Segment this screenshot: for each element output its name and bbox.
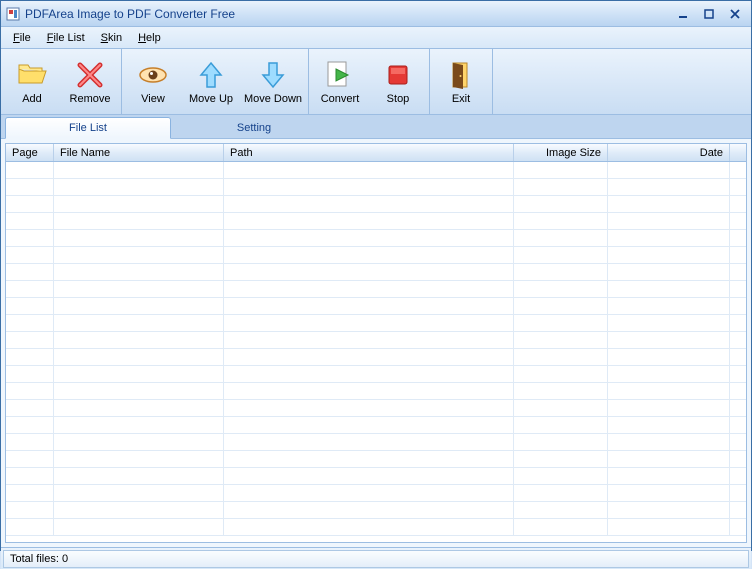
col-date[interactable]: Date <box>608 144 730 161</box>
convert-button[interactable]: Convert <box>311 51 369 112</box>
minimize-button[interactable] <box>671 6 695 22</box>
tab-file-list[interactable]: File List <box>5 117 171 139</box>
table-row <box>6 366 746 383</box>
col-filename[interactable]: File Name <box>54 144 224 161</box>
table-row <box>6 332 746 349</box>
table-row <box>6 196 746 213</box>
tab-bar: File List Setting <box>1 115 751 139</box>
arrow-down-icon <box>257 59 289 91</box>
table-row <box>6 383 746 400</box>
toolbar: Add Remove View <box>1 49 751 115</box>
menu-filelist[interactable]: File List <box>39 27 93 48</box>
table-row <box>6 468 746 485</box>
table-row <box>6 485 746 502</box>
view-button[interactable]: View <box>124 51 182 112</box>
table-row <box>6 281 746 298</box>
delete-x-icon <box>74 59 106 91</box>
menu-help[interactable]: Help <box>130 27 169 48</box>
window-title: PDFArea Image to PDF Converter Free <box>25 7 235 21</box>
table-row <box>6 502 746 519</box>
table-body[interactable] <box>6 162 746 542</box>
table-row <box>6 315 746 332</box>
folder-open-icon <box>16 59 48 91</box>
app-icon <box>5 6 21 22</box>
table-row <box>6 264 746 281</box>
move-up-button[interactable]: Move Up <box>182 51 240 112</box>
table-row <box>6 349 746 366</box>
table-row <box>6 434 746 451</box>
maximize-button[interactable] <box>697 6 721 22</box>
table-row <box>6 451 746 468</box>
tab-setting[interactable]: Setting <box>171 117 337 139</box>
arrow-up-icon <box>195 59 227 91</box>
col-path[interactable]: Path <box>224 144 514 161</box>
table-row <box>6 417 746 434</box>
table-row <box>6 400 746 417</box>
status-bar: Total files: 0 <box>1 547 751 569</box>
col-page[interactable]: Page <box>6 144 54 161</box>
convert-icon <box>324 59 356 91</box>
menu-file[interactable]: File <box>5 27 39 48</box>
table-row <box>6 298 746 315</box>
exit-door-icon <box>445 59 477 91</box>
title-bar: PDFArea Image to PDF Converter Free <box>1 1 751 27</box>
table-row <box>6 519 746 536</box>
exit-button[interactable]: Exit <box>432 51 490 112</box>
add-button[interactable]: Add <box>3 51 61 112</box>
table-header: Page File Name Path Image Size Date <box>6 144 746 162</box>
menu-bar: File File List Skin Help <box>1 27 751 49</box>
status-text: Total files: 0 <box>3 550 749 568</box>
remove-button[interactable]: Remove <box>61 51 119 112</box>
col-imagesize[interactable]: Image Size <box>514 144 608 161</box>
content-area: Page File Name Path Image Size Date <box>1 139 751 547</box>
menu-skin[interactable]: Skin <box>93 27 130 48</box>
table-row <box>6 179 746 196</box>
table-row <box>6 213 746 230</box>
table-row <box>6 162 746 179</box>
eye-icon <box>137 59 169 91</box>
stop-icon <box>382 59 414 91</box>
move-down-button[interactable]: Move Down <box>240 51 306 112</box>
close-button[interactable] <box>723 6 747 22</box>
table-row <box>6 230 746 247</box>
table-row <box>6 247 746 264</box>
stop-button[interactable]: Stop <box>369 51 427 112</box>
file-table: Page File Name Path Image Size Date <box>5 143 747 543</box>
